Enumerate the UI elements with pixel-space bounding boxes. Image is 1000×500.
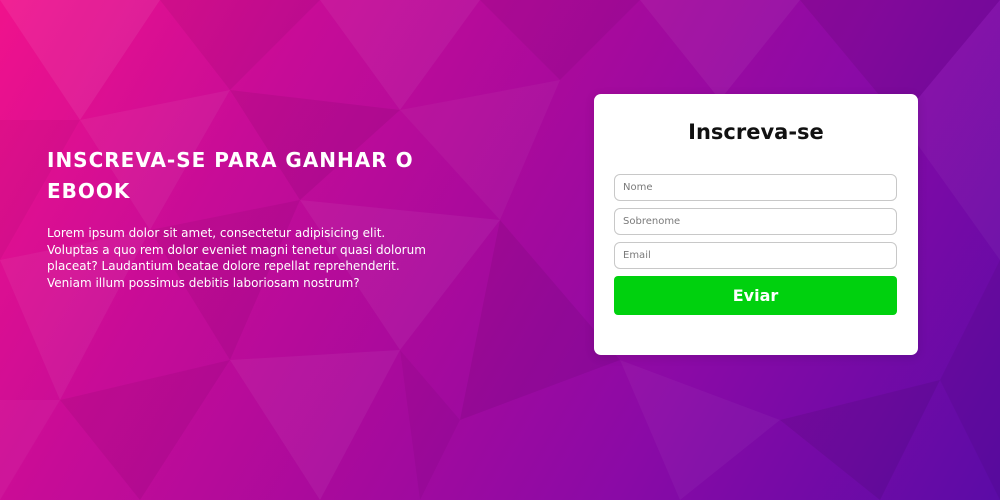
first-name-input[interactable] <box>614 174 897 201</box>
last-name-input[interactable] <box>614 208 897 235</box>
hero-title: INSCREVA-SE PARA GANHAR O EBOOK <box>47 148 414 203</box>
form-title: Inscreva-se <box>688 120 824 144</box>
hero-section: INSCREVA-SE PARA GANHAR O EBOOK Lorem ip… <box>47 145 447 291</box>
hero-description: Lorem ipsum dolor sit amet, consectetur … <box>47 226 426 290</box>
signup-form-card: Inscreva-se Eviar <box>594 94 918 355</box>
submit-button[interactable]: Eviar <box>614 276 897 315</box>
email-input[interactable] <box>614 242 897 269</box>
